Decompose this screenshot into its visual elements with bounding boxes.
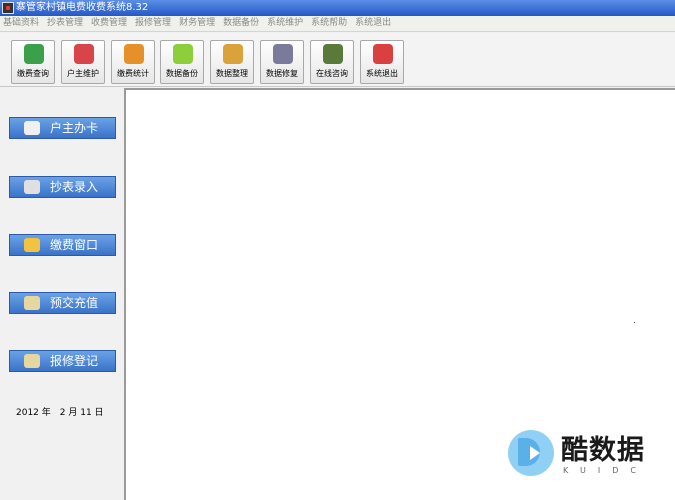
menu-exit[interactable]: 系统退出: [355, 16, 391, 31]
help-icon: [323, 44, 343, 64]
tool-label: 系统退出: [366, 69, 398, 78]
watermark-subtext: KUIDC: [563, 466, 648, 475]
owner-card-button[interactable]: 户主办卡: [9, 117, 116, 139]
content-dot: [634, 322, 635, 323]
person-icon: [24, 121, 40, 135]
users-icon: [74, 44, 94, 64]
disk-icon: [273, 44, 293, 64]
window-title: 寨管家村镇电费收费系统8.32: [16, 2, 149, 13]
data-organize-button[interactable]: 数据整理: [210, 40, 254, 84]
app-icon: [2, 2, 14, 14]
data-repair-button[interactable]: 数据修复: [260, 40, 304, 84]
card-icon: [24, 296, 40, 310]
system-exit-button[interactable]: 系统退出: [360, 40, 404, 84]
data-backup-button[interactable]: 数据备份: [160, 40, 204, 84]
side-label: 预交充值: [50, 296, 99, 310]
watermark-text: 酷数据: [561, 435, 645, 466]
power-icon: [373, 44, 393, 64]
side-label: 报修登记: [50, 354, 99, 368]
payment-stats-button[interactable]: 缴费统计: [111, 40, 155, 84]
tool-label: 在线咨询: [316, 69, 348, 78]
repair-register-button[interactable]: 报修登记: [9, 350, 116, 372]
owner-maintenance-button[interactable]: 户主维护: [61, 40, 105, 84]
menu-bar: 基础资料 抄表管理 收费管理 报修管理 财务管理 数据备份 系统维护 系统帮助 …: [0, 16, 675, 32]
menu-maintenance[interactable]: 系统维护: [267, 16, 303, 31]
side-label: 缴费窗口: [50, 238, 99, 252]
tool-label: 缴费统计: [117, 69, 149, 78]
side-label: 户主办卡: [50, 121, 99, 135]
magnifier-icon: [24, 44, 44, 64]
tool-label: 户主维护: [67, 69, 99, 78]
sidebar: 户主办卡 抄表录入 缴费窗口 预交充值 报修登记 2012 年 2 月 11 日: [0, 88, 124, 500]
tool-label: 数据备份: [166, 69, 198, 78]
palette-icon: [223, 44, 243, 64]
notebook-icon: [24, 354, 40, 368]
meter-entry-button[interactable]: 抄表录入: [9, 176, 116, 198]
tool-label: 数据修复: [266, 69, 298, 78]
current-date: 2012 年 2 月 11 日: [16, 408, 104, 418]
payment-window-button[interactable]: 缴费窗口: [9, 234, 116, 256]
watermark-logo-icon: [508, 430, 554, 476]
online-consult-button[interactable]: 在线咨询: [310, 40, 354, 84]
prepay-recharge-button[interactable]: 预交充值: [9, 292, 116, 314]
menu-help[interactable]: 系统帮助: [311, 16, 347, 31]
menu-charge[interactable]: 收费管理: [91, 16, 127, 31]
window-title-bar: 寨管家村镇电费收费系统8.32: [0, 0, 675, 16]
side-label: 抄表录入: [50, 180, 99, 194]
menu-repair[interactable]: 报修管理: [135, 16, 171, 31]
menu-finance[interactable]: 财务管理: [179, 16, 215, 31]
tool-label: 缴费查询: [17, 69, 49, 78]
backup-icon: [173, 44, 193, 64]
menu-backup[interactable]: 数据备份: [223, 16, 259, 31]
coins-icon: [24, 238, 40, 252]
basket-icon: [124, 44, 144, 64]
meter-icon: [24, 180, 40, 194]
query-payment-button[interactable]: 缴费查询: [11, 40, 55, 84]
toolbar: 缴费查询 户主维护 缴费统计 数据备份 数据整理 数据修复 在线咨询 系统退出: [0, 33, 675, 87]
menu-basic-data[interactable]: 基础资料: [3, 16, 39, 31]
tool-label: 数据整理: [216, 69, 248, 78]
menu-meter-reading[interactable]: 抄表管理: [47, 16, 83, 31]
